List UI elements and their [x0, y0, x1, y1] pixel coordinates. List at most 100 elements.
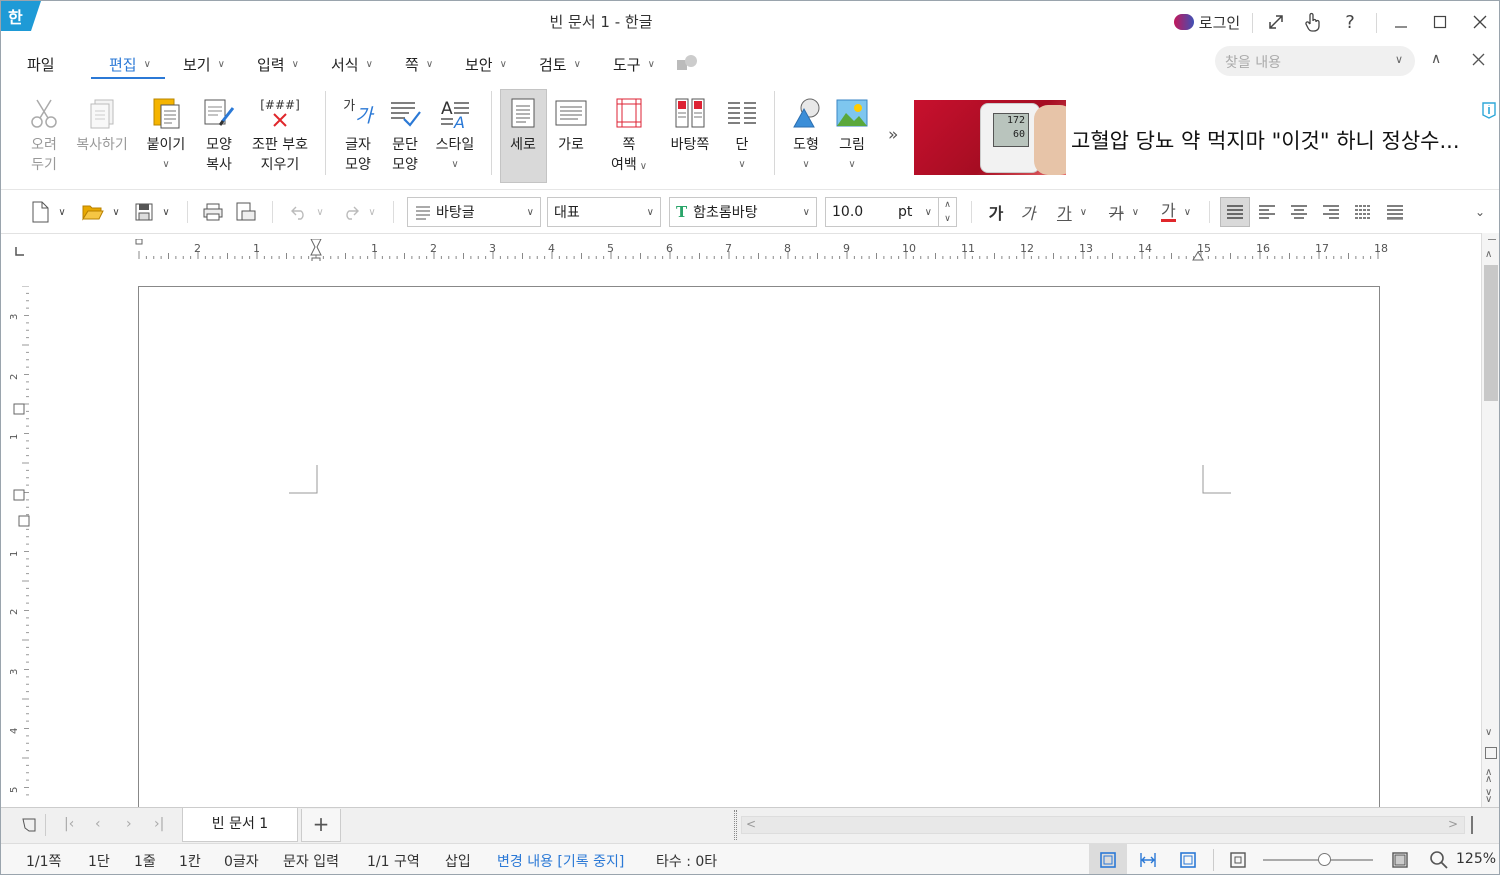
- minimize-icon[interactable]: [1387, 9, 1415, 35]
- scroll-right-icon[interactable]: >: [1448, 817, 1458, 831]
- menu-tab-view[interactable]: 보기 ∨: [183, 53, 225, 75]
- login-button[interactable]: 로그인: [1169, 9, 1245, 35]
- text-color-button[interactable]: 가 ∨: [1153, 199, 1199, 225]
- italic-button[interactable]: 가: [1017, 199, 1039, 225]
- font-size-input[interactable]: 10.0 pt ∨: [825, 197, 939, 227]
- menu-file[interactable]: 파일: [27, 53, 55, 75]
- scroll-left-icon[interactable]: <: [746, 817, 756, 831]
- maximize-icon[interactable]: [1426, 9, 1454, 35]
- margins-button[interactable]: 쪽 여백 ∨: [601, 91, 657, 177]
- menu-tab-review[interactable]: 검토 ∨: [539, 53, 581, 75]
- clear-markup-button[interactable]: [###] 조판 부호 지우기: [245, 91, 315, 175]
- close-document-icon[interactable]: [1472, 53, 1485, 70]
- para-shape-button[interactable]: 문단 모양: [377, 91, 433, 175]
- zoom-in-button[interactable]: [1391, 851, 1409, 873]
- menu-tab-insert[interactable]: 입력 ∨: [257, 53, 299, 75]
- add-tab-button[interactable]: +: [301, 809, 341, 842]
- menu-tab-tools[interactable]: 도구 ∨: [613, 53, 655, 75]
- full-page-view-button[interactable]: [1179, 851, 1197, 873]
- undo-button[interactable]: ∨: [284, 199, 330, 225]
- status-section[interactable]: 1/1 구역: [367, 851, 420, 871]
- page-view-icon[interactable]: [1485, 747, 1497, 759]
- font-select[interactable]: T 함초롬바탕 ∨: [669, 197, 817, 227]
- ruler-corner-icon[interactable]: [13, 244, 27, 262]
- collapse-ribbon-icon[interactable]: ∧: [1431, 51, 1441, 67]
- save-button[interactable]: ∨: [129, 199, 175, 225]
- splitter-handle[interactable]: [734, 810, 737, 840]
- status-page[interactable]: 1/1쪽: [26, 851, 61, 871]
- align-justify-button[interactable]: [1222, 199, 1248, 225]
- shapes-toggle-icon[interactable]: [676, 54, 698, 76]
- menu-tab-security[interactable]: 보안 ∨: [465, 53, 507, 75]
- font-size-stepper[interactable]: ∧ ∨: [939, 197, 957, 227]
- paragraph-shape-icon: [391, 102, 421, 127]
- stepper-up-icon[interactable]: ∧: [939, 198, 956, 212]
- underline-button[interactable]: 가 ∨: [1049, 199, 1095, 225]
- last-tab-icon[interactable]: ›|: [154, 816, 164, 832]
- vertical-scrollbar[interactable]: ∧ ∨ ∧ ∧ ∨ ∨: [1481, 233, 1499, 807]
- ad-image[interactable]: 172 60: [914, 100, 1066, 175]
- zoom-slider-knob[interactable]: [1317, 853, 1331, 866]
- stepper-down-icon[interactable]: ∨: [939, 212, 956, 226]
- align-right-button[interactable]: [1318, 199, 1344, 225]
- margin-corner-top-right: [1202, 465, 1231, 494]
- picture-button[interactable]: 그림 ∨: [824, 91, 880, 175]
- align-divide-button[interactable]: [1382, 199, 1408, 225]
- scroll-down-icon[interactable]: ∨: [1485, 727, 1492, 738]
- scroll-up-icon[interactable]: ∧: [1485, 249, 1492, 260]
- width-view-button[interactable]: [1139, 851, 1157, 873]
- help-icon[interactable]: ?: [1337, 9, 1363, 35]
- open-button[interactable]: ∨: [78, 199, 124, 225]
- expand-toolbar-icon[interactable]: ⌄: [1469, 199, 1491, 225]
- bookmark-icon[interactable]: [21, 817, 37, 837]
- more-ribbon-button[interactable]: »: [888, 125, 898, 145]
- tab-document[interactable]: 빈 문서 1: [182, 808, 298, 842]
- zoom-out-button[interactable]: [1229, 851, 1247, 873]
- chevron-down-icon: ∨: [162, 159, 170, 170]
- columns-button[interactable]: 단 ∨: [714, 91, 770, 175]
- zoom-level[interactable]: 125%: [1456, 851, 1496, 867]
- menu-tab-page[interactable]: 쪽 ∨: [405, 53, 433, 75]
- document-page[interactable]: [138, 286, 1380, 826]
- vertical-ruler[interactable]: 3 2 1 1 2 3 4 5: [9, 286, 31, 806]
- print-preview-button[interactable]: [231, 199, 259, 225]
- new-document-button[interactable]: ∨: [25, 199, 71, 225]
- align-distribute-button[interactable]: [1350, 199, 1376, 225]
- next-page-icon[interactable]: ∨ ∨: [1485, 788, 1492, 805]
- align-center-button[interactable]: [1286, 199, 1312, 225]
- next-tab-icon[interactable]: ›: [126, 816, 132, 832]
- prev-page-icon[interactable]: ∧ ∧: [1485, 768, 1492, 785]
- master-page-button[interactable]: 바탕쪽: [662, 91, 718, 155]
- menu-tab-edit[interactable]: 편집 ∨: [109, 53, 151, 75]
- touch-mode-icon[interactable]: [1299, 9, 1325, 35]
- landscape-button[interactable]: 가로: [543, 91, 599, 155]
- horizontal-ruler[interactable]: 2 1 1 2 3 4 5 6 7 8 9 10 11 12 13 14 15 16 17 18: [131, 239, 1391, 261]
- status-track-changes[interactable]: 변경 내용 [기록 중지]: [497, 851, 624, 871]
- align-left-button[interactable]: [1254, 199, 1280, 225]
- ad-text[interactable]: 고혈압 당뇨 약 먹지마 "이것" 하니 정상수...: [1071, 125, 1499, 155]
- search-input[interactable]: 찾을 내용 ∨: [1215, 46, 1415, 76]
- ad-info-icon[interactable]: [1481, 101, 1497, 123]
- prev-tab-icon[interactable]: ‹: [95, 816, 101, 832]
- status-insert[interactable]: 삽입: [445, 851, 471, 871]
- bold-button[interactable]: 가: [985, 199, 1007, 225]
- format-copy-button[interactable]: 모양 복사: [191, 91, 247, 175]
- redo-button[interactable]: ∨: [336, 199, 382, 225]
- strikethrough-button[interactable]: 가 ∨: [1101, 199, 1147, 225]
- print-button[interactable]: [199, 199, 227, 225]
- style-select[interactable]: 바탕글 ∨: [407, 197, 541, 227]
- style-button[interactable]: AA 스타일 ∨: [427, 91, 483, 175]
- zoom-search-icon[interactable]: [1429, 850, 1449, 874]
- language-select[interactable]: 대표 ∨: [547, 197, 661, 227]
- close-icon[interactable]: [1466, 9, 1494, 35]
- menu-tab-format[interactable]: 서식 ∨: [331, 53, 373, 75]
- cut-button[interactable]: 오려 두기: [16, 91, 72, 175]
- page-view-button[interactable]: [1099, 851, 1117, 873]
- menu-tab-label: 도구: [613, 55, 641, 74]
- expand-icon[interactable]: [1263, 9, 1289, 35]
- horizontal-scrollbar[interactable]: < >: [741, 816, 1465, 834]
- copy-button[interactable]: 복사하기: [71, 91, 133, 155]
- first-tab-icon[interactable]: |‹: [64, 816, 74, 832]
- scrollbar-thumb[interactable]: [1484, 265, 1498, 401]
- paste-button[interactable]: 붙이기 ∨: [138, 91, 194, 175]
